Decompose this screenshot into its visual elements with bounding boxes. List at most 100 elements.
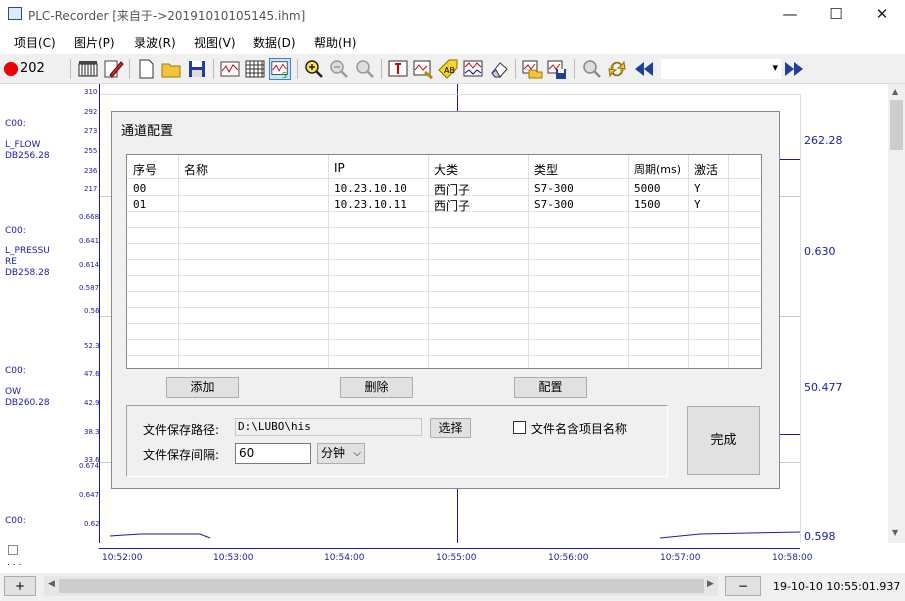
ab-tag-icon[interactable]: AB [437, 58, 459, 80]
new-file-icon[interactable] [135, 58, 157, 80]
open-data-icon[interactable] [521, 58, 543, 80]
table-cell[interactable]: 10.23.10.11 [334, 198, 407, 211]
table-cell[interactable]: Y [694, 198, 701, 211]
channel-config-icon[interactable] [77, 58, 99, 80]
open-folder-icon[interactable] [160, 58, 182, 80]
table-cell[interactable]: 01 [133, 198, 146, 211]
maximize-button[interactable]: ☐ [813, 0, 859, 30]
scrollbar-thumb[interactable] [890, 100, 903, 150]
window-title: PLC-Recorder [来自于->20191010105145.ihm] [28, 9, 306, 23]
zoom-in-time-button[interactable]: + [4, 576, 36, 596]
save-data-icon[interactable] [546, 58, 568, 80]
zoom-out-icon[interactable] [328, 58, 350, 80]
marker-chart-icon[interactable] [412, 58, 434, 80]
title-bar: PLC-Recorder [来自于->20191010105145.ihm] —… [0, 0, 905, 30]
row-divider [127, 227, 761, 228]
rewind-icon[interactable] [633, 58, 655, 80]
row-divider [127, 339, 761, 340]
menu-project[interactable]: 项目(C) [14, 34, 56, 51]
choose-path-button[interactable]: 选择 [430, 418, 471, 438]
table-cell[interactable]: 10.23.10.10 [334, 182, 407, 195]
interval-unit-value: 分钟 [321, 446, 346, 460]
eraser-icon[interactable] [488, 58, 510, 80]
channel-3-address: DB260.28 [5, 398, 50, 408]
table-cell[interactable]: 西门子 [434, 181, 470, 198]
zoom-reset-icon[interactable] [354, 58, 376, 80]
channel-1-signal: L_FLOW [5, 140, 41, 150]
y-tick: 0.647 [79, 491, 100, 499]
column-header-active: 激活 [694, 163, 719, 177]
scrollbar-thumb[interactable] [59, 579, 704, 593]
include-project-name-checkbox[interactable] [513, 421, 526, 434]
time-range-select[interactable]: ▾ [661, 59, 781, 79]
refresh-icon[interactable] [606, 58, 628, 80]
grid-icon[interactable] [244, 58, 266, 80]
zoom-out-time-button[interactable]: − [725, 576, 761, 596]
y-tick: 273 [84, 127, 98, 135]
y-tick: 0.614 [79, 261, 100, 269]
scroll-up-icon[interactable]: ▲ [892, 87, 898, 96]
channel-3-name: C00: [5, 366, 26, 376]
search-zoom-icon[interactable] [581, 58, 603, 80]
scroll-chart-icon[interactable]: S [269, 58, 291, 80]
fast-forward-icon[interactable] [783, 58, 805, 80]
path-field[interactable]: D:\LUBO\his [235, 418, 422, 436]
minimize-button[interactable]: — [767, 0, 813, 30]
config-button[interactable]: 配置 [514, 377, 587, 398]
axis-toggle-checkbox[interactable] [8, 545, 18, 555]
y-tick: 47.6 [84, 370, 100, 378]
scroll-left-icon[interactable]: ◀ [48, 579, 55, 589]
y-tick: 0.56 [84, 307, 100, 315]
menu-data[interactable]: 数据(D) [253, 34, 296, 51]
waveform-icon[interactable] [219, 58, 241, 80]
cursor-chart-icon[interactable] [387, 58, 409, 80]
channel-2-current-value: 0.630 [804, 245, 836, 258]
menu-record[interactable]: 录波(R) [134, 34, 176, 51]
chart-border [800, 94, 801, 543]
menu-picture[interactable]: 图片(P) [74, 34, 115, 51]
zoom-in-icon[interactable] [303, 58, 325, 80]
channel-1-name: C00: [5, 119, 26, 129]
y-tick: 236 [84, 167, 98, 175]
chevron-down-icon: ⌵ [353, 448, 361, 459]
row-divider [127, 275, 761, 276]
table-cell[interactable]: 西门子 [434, 197, 470, 214]
toolbar-separator [297, 59, 298, 79]
column-header-category: 大类 [434, 163, 459, 177]
table-cell[interactable]: S7-300 [534, 198, 574, 211]
scroll-right-icon[interactable]: ▶ [707, 579, 714, 589]
toolbar-separator [213, 59, 214, 79]
menu-help[interactable]: 帮助(H) [314, 34, 356, 51]
toolbar-separator [515, 59, 516, 79]
save-icon[interactable] [186, 58, 208, 80]
vertical-scrollbar[interactable]: ▲ ▼ [888, 84, 905, 543]
table-cell[interactable]: 1500 [634, 198, 661, 211]
channel-2-signal: L_PRESSU [5, 246, 50, 256]
table-cell[interactable]: S7-300 [534, 182, 574, 195]
close-button[interactable]: ✕ [859, 0, 905, 30]
horizontal-scrollbar[interactable]: ◀ ▶ [44, 576, 718, 596]
y-tick: 255 [84, 147, 98, 155]
done-button[interactable]: 完成 [687, 406, 760, 475]
scroll-down-icon[interactable]: ▼ [892, 528, 898, 537]
column-divider [428, 155, 429, 368]
multi-chart-icon[interactable] [462, 58, 484, 80]
y-tick: 0.587 [79, 284, 100, 292]
y-tick: 42.9 [84, 399, 100, 407]
column-header-name: 名称 [184, 163, 209, 177]
channel-table[interactable]: 序号 名称 IP 大类 类型 周期(ms) 激活 00 10.23.10.10 … [126, 154, 762, 369]
channel-1-address: DB256.28 [5, 151, 50, 161]
add-button[interactable]: 添加 [166, 377, 239, 398]
trace-segment [780, 159, 800, 160]
table-cell[interactable]: 00 [133, 182, 146, 195]
table-cell[interactable]: 5000 [634, 182, 661, 195]
column-divider [628, 155, 629, 368]
table-cell[interactable]: Y [694, 182, 701, 195]
time-tick: 10:57:00 [660, 553, 701, 563]
interval-unit-select[interactable]: 分钟 ⌵ [317, 443, 365, 464]
y-tick: 217 [84, 185, 98, 193]
edit-icon[interactable] [102, 58, 124, 80]
menu-view[interactable]: 视图(V) [194, 34, 236, 51]
delete-button[interactable]: 删除 [340, 377, 413, 398]
interval-input[interactable]: 60 [235, 443, 311, 464]
